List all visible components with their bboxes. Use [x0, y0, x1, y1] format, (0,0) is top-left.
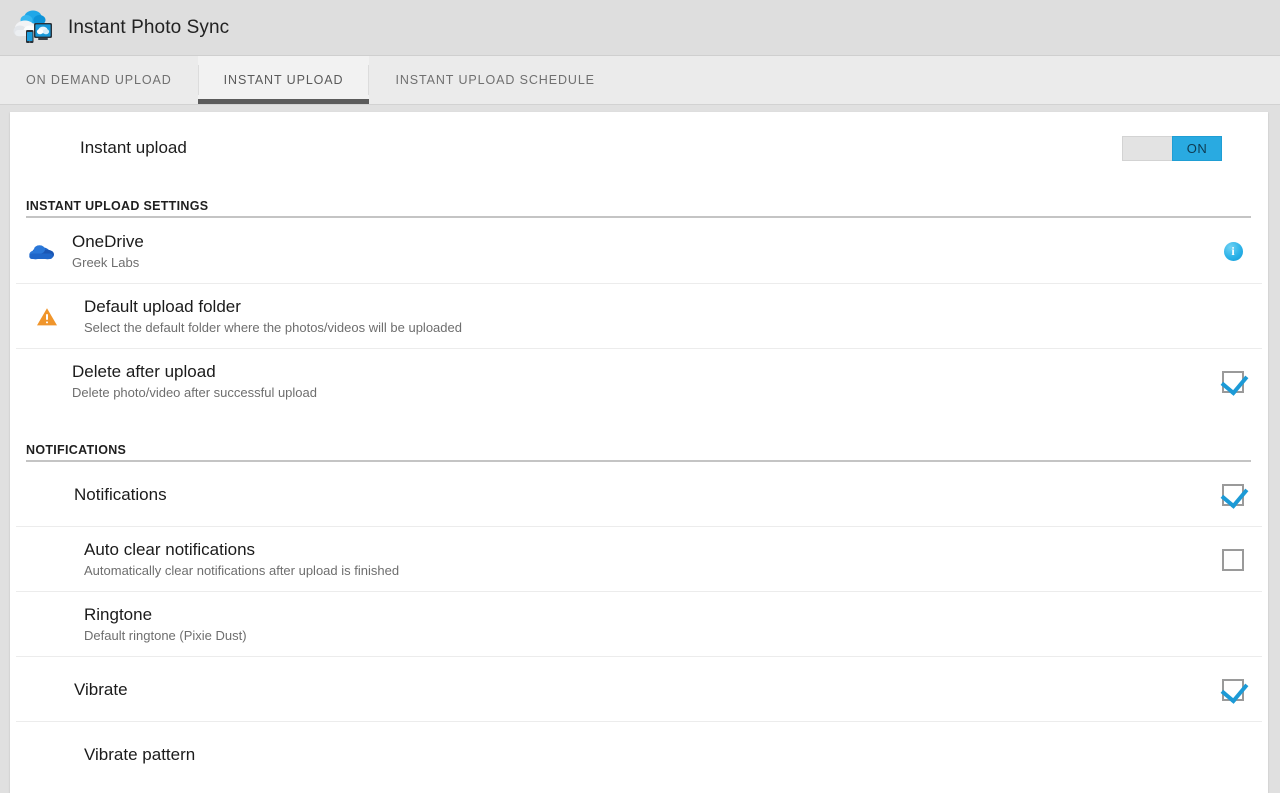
row-default-upload-folder[interactable]: Default upload folder Select the default… — [10, 284, 1268, 349]
row-title: Vibrate pattern — [84, 744, 196, 764]
tab-label: INSTANT UPLOAD SCHEDULE — [395, 73, 595, 87]
row-ringtone[interactable]: Ringtone Default ringtone (Pixie Dust) — [10, 592, 1268, 657]
delete-after-upload-checkbox[interactable] — [1222, 370, 1244, 393]
auto-clear-notifications-checkbox[interactable] — [1222, 548, 1244, 571]
row-texts: Delete after upload Delete photo/video a… — [72, 361, 1198, 402]
onedrive-cloud-icon — [10, 241, 72, 261]
row-title: Vibrate — [74, 679, 128, 699]
master-row-texts: Instant upload — [80, 137, 1122, 159]
row-subtitle: Select the default folder where the phot… — [84, 320, 462, 335]
tab-bar: ON DEMAND UPLOAD INSTANT UPLOAD INSTANT … — [0, 56, 1280, 105]
row-texts: OneDrive Greek Labs — [72, 231, 1198, 272]
row-title: Auto clear notifications — [84, 540, 256, 559]
row-subtitle: Greek Labs — [72, 254, 140, 270]
row-accessory — [1198, 370, 1268, 393]
master-row-title: Instant upload — [80, 138, 187, 157]
tab-label: ON DEMAND UPLOAD — [26, 73, 172, 87]
row-delete-after-upload[interactable]: Delete after upload Delete photo/video a… — [10, 349, 1268, 414]
row-onedrive[interactable]: OneDrive Greek Labs i — [10, 218, 1268, 284]
app-header: Instant Photo Sync — [0, 0, 1280, 56]
row-subtitle: Default ringtone (Pixie Dust) — [84, 628, 247, 643]
row-accessory — [1198, 548, 1268, 571]
section-header-instant-upload-settings: INSTANT UPLOAD SETTINGS — [10, 184, 1268, 218]
row-texts: Auto clear notifications Automatically c… — [84, 539, 1198, 580]
row-texts: Vibrate pattern — [84, 744, 1198, 766]
row-title: OneDrive — [72, 231, 144, 251]
warning-triangle-icon — [10, 307, 84, 327]
page-body: Instant upload ON INSTANT UPLOAD SETTING… — [0, 105, 1280, 793]
row-texts: Ringtone Default ringtone (Pixie Dust) — [84, 604, 1198, 645]
tab-on-demand-upload[interactable]: ON DEMAND UPLOAD — [0, 56, 198, 104]
row-texts: Default upload folder Select the default… — [84, 296, 1198, 337]
row-texts: Notifications — [74, 484, 1198, 506]
row-vibrate-pattern[interactable]: Vibrate pattern — [10, 722, 1268, 787]
toggle-thumb: ON — [1172, 135, 1222, 161]
active-tab-indicator — [197, 99, 370, 104]
vibrate-checkbox[interactable] — [1222, 678, 1244, 701]
tab-label: INSTANT UPLOAD — [223, 73, 344, 87]
tab-instant-upload[interactable]: INSTANT UPLOAD — [197, 56, 370, 104]
cloud-devices-icon — [12, 7, 56, 49]
row-title: Notifications — [74, 484, 167, 504]
master-row-accessory: ON — [1122, 135, 1268, 161]
row-title: Default upload folder — [84, 297, 241, 316]
row-accessory: i — [1198, 241, 1268, 261]
row-notifications[interactable]: Notifications — [10, 462, 1268, 527]
row-title: Ringtone — [84, 605, 153, 624]
section-header-notifications: NOTIFICATIONS — [10, 428, 1268, 462]
settings-card: Instant upload ON INSTANT UPLOAD SETTING… — [10, 112, 1268, 793]
row-subtitle: Delete photo/video after successful uplo… — [72, 385, 317, 400]
info-icon[interactable]: i — [1223, 241, 1243, 261]
instant-upload-master-row[interactable]: Instant upload ON — [10, 112, 1268, 184]
row-subtitle: Automatically clear notifications after … — [84, 563, 400, 578]
row-accessory — [1198, 678, 1268, 701]
notifications-checkbox[interactable] — [1222, 483, 1244, 506]
row-accessory — [1198, 483, 1268, 506]
row-auto-clear-notifications[interactable]: Auto clear notifications Automatically c… — [10, 527, 1268, 592]
row-vibrate[interactable]: Vibrate — [10, 657, 1268, 722]
row-title: Delete after upload — [72, 362, 216, 381]
tab-instant-upload-schedule[interactable]: INSTANT UPLOAD SCHEDULE — [369, 56, 620, 104]
instant-upload-toggle[interactable]: ON — [1122, 135, 1222, 161]
row-texts: Vibrate — [74, 679, 1198, 701]
app-title: Instant Photo Sync — [68, 16, 230, 38]
